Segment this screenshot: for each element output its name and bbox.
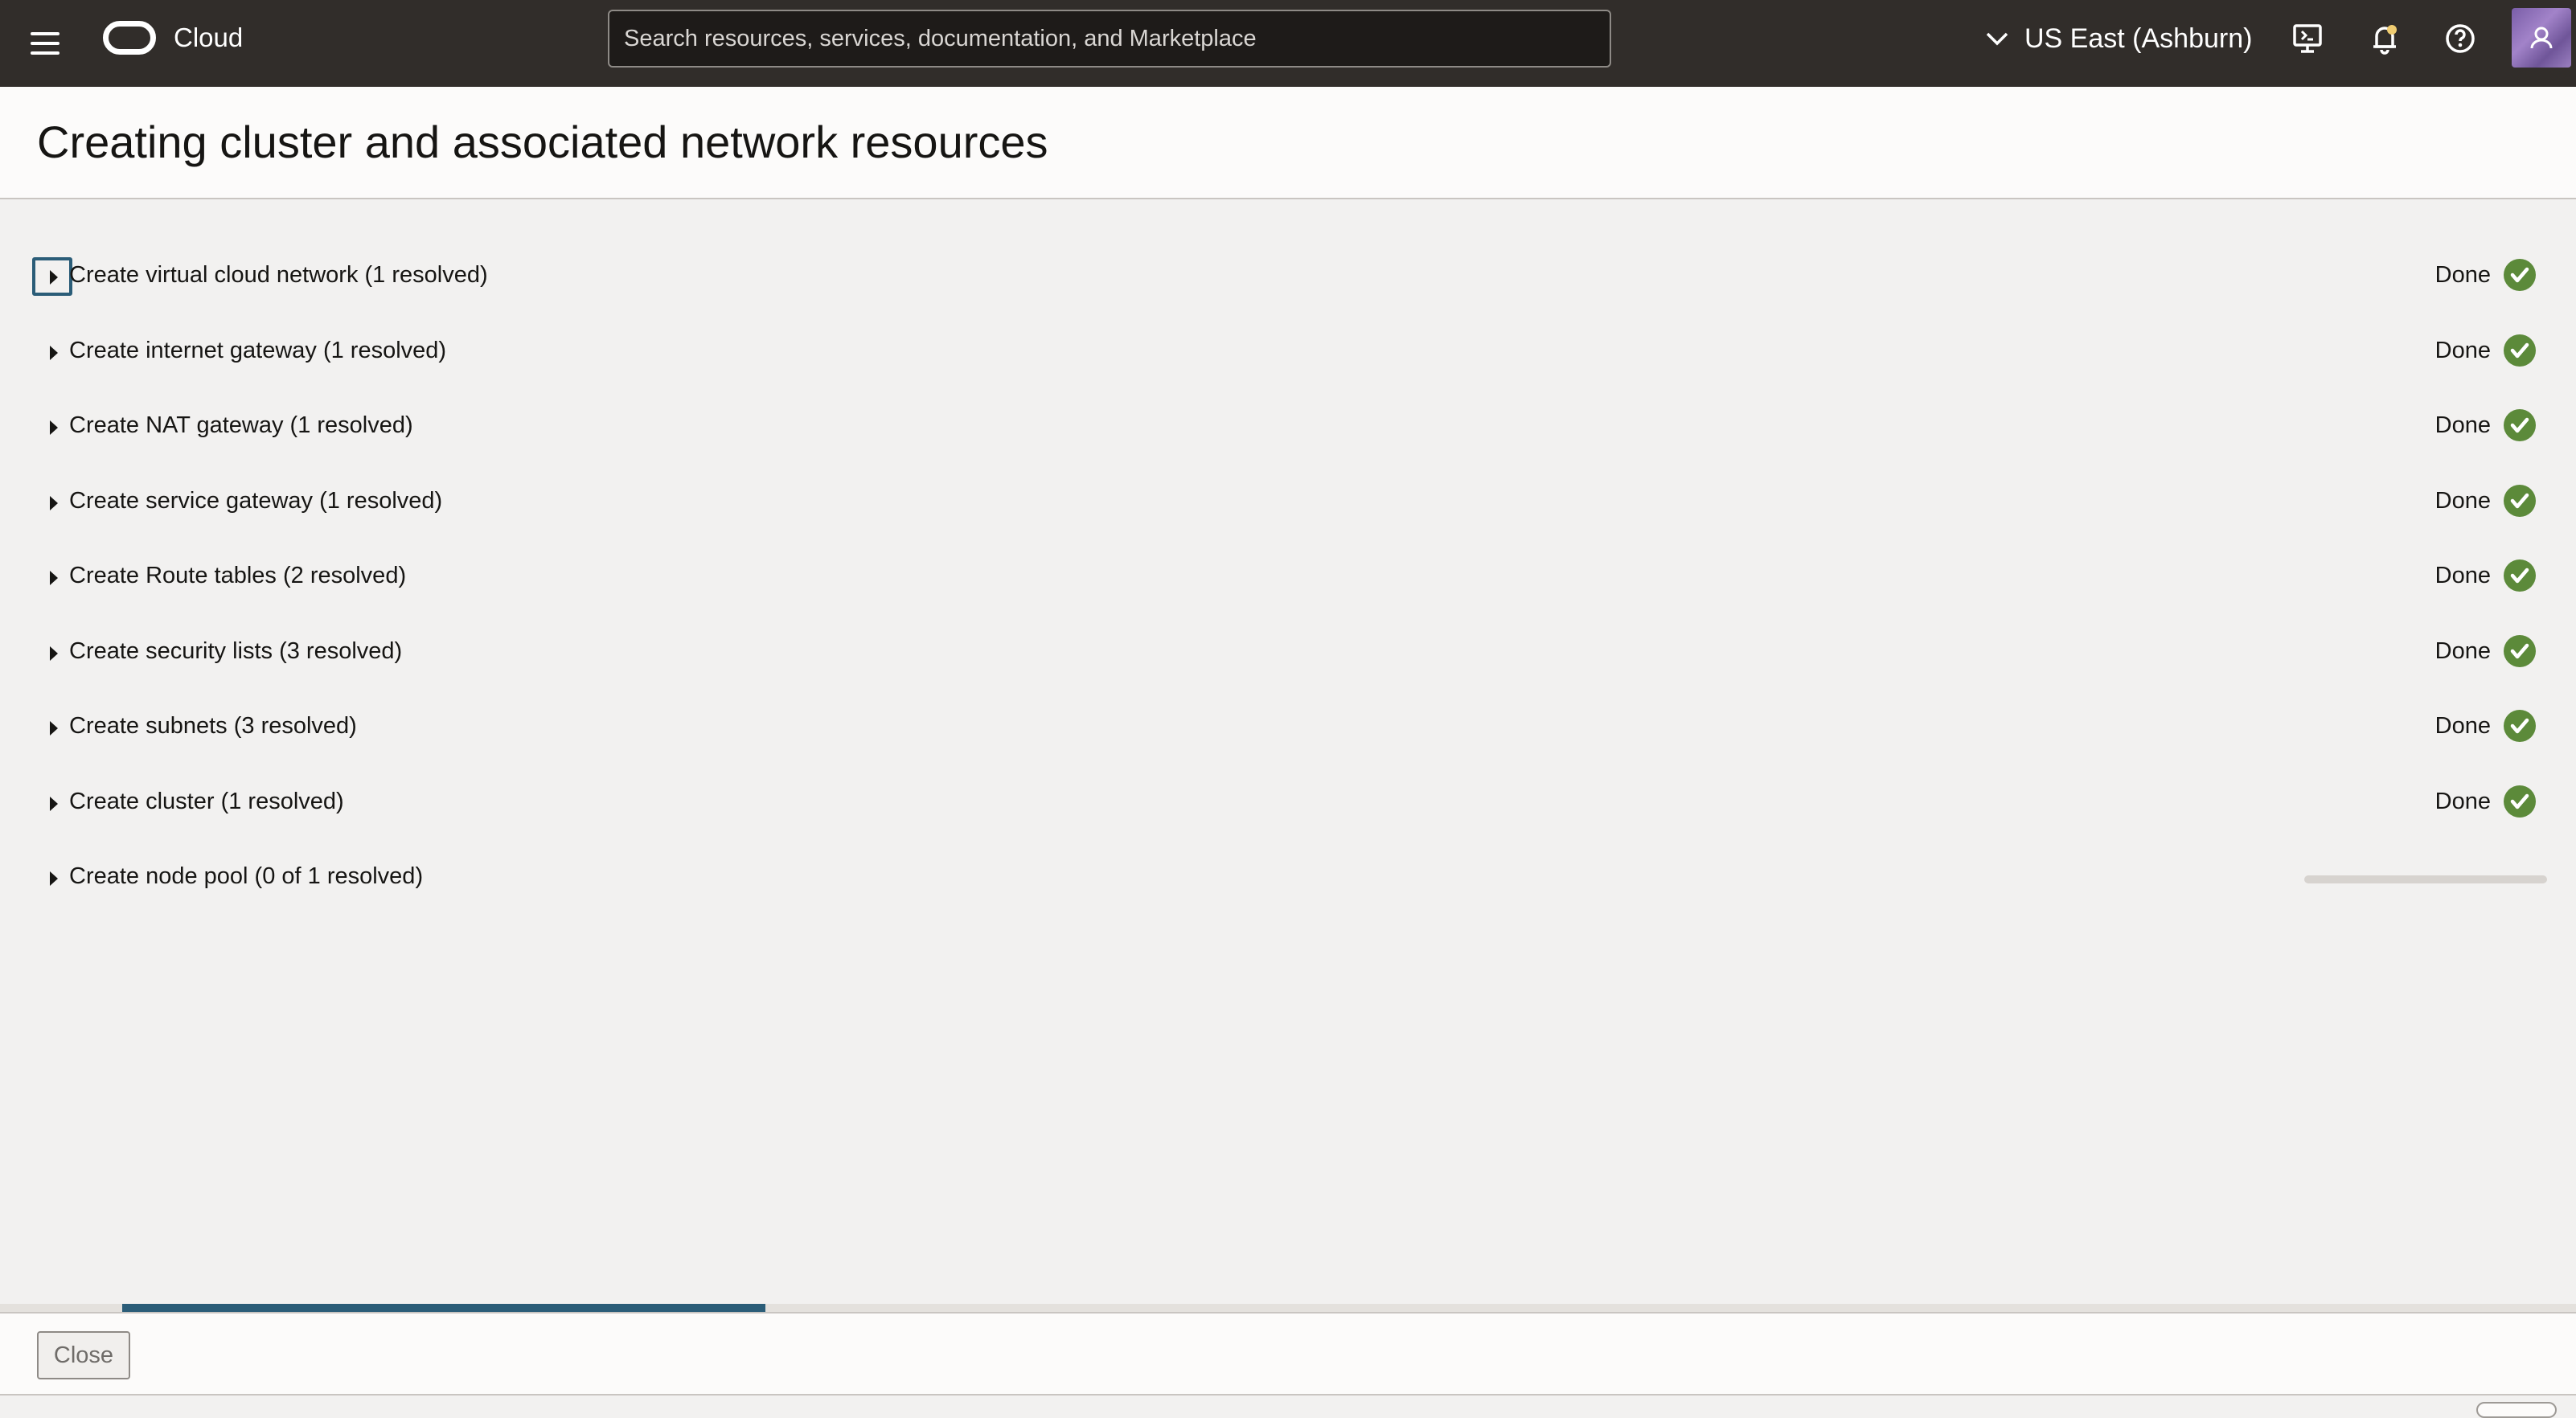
- menu-icon[interactable]: [26, 24, 64, 63]
- region-label: US East (Ashburn): [2024, 23, 2253, 54]
- status-text: Done: [2434, 261, 2491, 288]
- caret-right-icon: [50, 646, 58, 661]
- caret-right-icon: [50, 721, 58, 736]
- feedback-tab[interactable]: [2476, 1402, 2557, 1418]
- step-status: Done: [2435, 257, 2536, 293]
- help-icon[interactable]: [2441, 19, 2480, 58]
- status-text: Done: [2434, 412, 2491, 438]
- step-row: Create cluster (1 resolved) Done: [0, 766, 2576, 838]
- bell-icon[interactable]: [2365, 19, 2404, 58]
- caret-right-icon: [50, 270, 58, 285]
- footer-bar: Close: [0, 1312, 2576, 1395]
- status-text: Done: [2434, 562, 2491, 588]
- expand-toggle[interactable]: [32, 708, 72, 747]
- check-circle-icon: [2504, 409, 2536, 441]
- expand-toggle[interactable]: [32, 483, 72, 522]
- region-selector[interactable]: US East (Ashburn): [1981, 19, 2252, 58]
- step-label: Create security lists (3 resolved): [69, 638, 403, 664]
- step-status: Done: [2435, 483, 2536, 518]
- step-label: Create node pool (0 of 1 resolved): [69, 863, 424, 889]
- page-title: Creating cluster and associated network …: [37, 117, 1048, 167]
- check-circle-icon: [2504, 485, 2536, 517]
- caret-right-icon: [50, 420, 58, 435]
- step-label: Create virtual cloud network (1 resolved…: [69, 262, 488, 288]
- status-text: Done: [2434, 788, 2491, 814]
- caret-right-icon: [50, 871, 58, 886]
- user-icon: [2530, 27, 2553, 49]
- step-status: Done: [2435, 333, 2536, 368]
- status-text: Done: [2434, 337, 2491, 363]
- expand-toggle[interactable]: [32, 257, 72, 296]
- progress-fill: [122, 1304, 765, 1312]
- step-row: Create NAT gateway (1 resolved) Done: [0, 390, 2576, 462]
- page-progress-bar: [0, 1304, 2576, 1312]
- step-label: Create subnets (3 resolved): [69, 713, 357, 739]
- caret-right-icon: [50, 571, 58, 585]
- oracle-logo[interactable]: [103, 21, 156, 55]
- step-status: Done: [2435, 708, 2536, 744]
- step-label: Create Route tables (2 resolved): [69, 563, 407, 588]
- caret-right-icon: [50, 797, 58, 811]
- step-status: Done: [2435, 558, 2536, 593]
- brand-name[interactable]: Cloud: [174, 21, 243, 55]
- step-row: Create node pool (0 of 1 resolved): [0, 841, 2576, 913]
- step-status: Done: [2435, 633, 2536, 669]
- expand-toggle[interactable]: [32, 784, 72, 822]
- status-text: Done: [2434, 712, 2491, 739]
- page-header: Creating cluster and associated network …: [0, 87, 2576, 199]
- step-row: Create security lists (3 resolved) Done: [0, 616, 2576, 688]
- avatar[interactable]: [2512, 8, 2571, 68]
- expand-toggle[interactable]: [32, 859, 72, 897]
- check-circle-icon: [2504, 710, 2536, 742]
- search-input[interactable]: [608, 10, 1611, 68]
- check-circle-icon: [2504, 334, 2536, 367]
- status-text: Done: [2434, 487, 2491, 514]
- caret-right-icon: [50, 346, 58, 360]
- chevron-down-icon: [1986, 32, 2008, 46]
- step-row: Create virtual cloud network (1 resolved…: [0, 240, 2576, 312]
- expand-toggle[interactable]: [32, 558, 72, 596]
- expand-toggle[interactable]: [32, 333, 72, 371]
- step-label: Create cluster (1 resolved): [69, 789, 344, 814]
- status-text: Done: [2434, 637, 2491, 664]
- step-status: Done: [2435, 408, 2536, 443]
- check-circle-icon: [2504, 635, 2536, 667]
- step-label: Create service gateway (1 resolved): [69, 488, 443, 514]
- step-row: Create subnets (3 resolved) Done: [0, 691, 2576, 763]
- step-status: Done: [2435, 784, 2536, 819]
- step-row: Create internet gateway (1 resolved) Don…: [0, 315, 2576, 387]
- check-circle-icon: [2504, 559, 2536, 592]
- check-circle-icon: [2504, 259, 2536, 291]
- step-label: Create NAT gateway (1 resolved): [69, 412, 413, 438]
- close-button[interactable]: Close: [37, 1331, 130, 1379]
- top-navigation-bar: Cloud US East (Ashburn): [0, 0, 2576, 87]
- step-label: Create internet gateway (1 resolved): [69, 338, 447, 363]
- expand-toggle[interactable]: [32, 408, 72, 446]
- expand-toggle[interactable]: [32, 633, 72, 672]
- step-row: Create Route tables (2 resolved) Done: [0, 540, 2576, 613]
- cloud-shell-icon[interactable]: [2288, 19, 2327, 58]
- caret-right-icon: [50, 496, 58, 510]
- step-progress-indicator: [2304, 875, 2547, 883]
- check-circle-icon: [2504, 785, 2536, 818]
- step-row: Create service gateway (1 resolved) Done: [0, 465, 2576, 538]
